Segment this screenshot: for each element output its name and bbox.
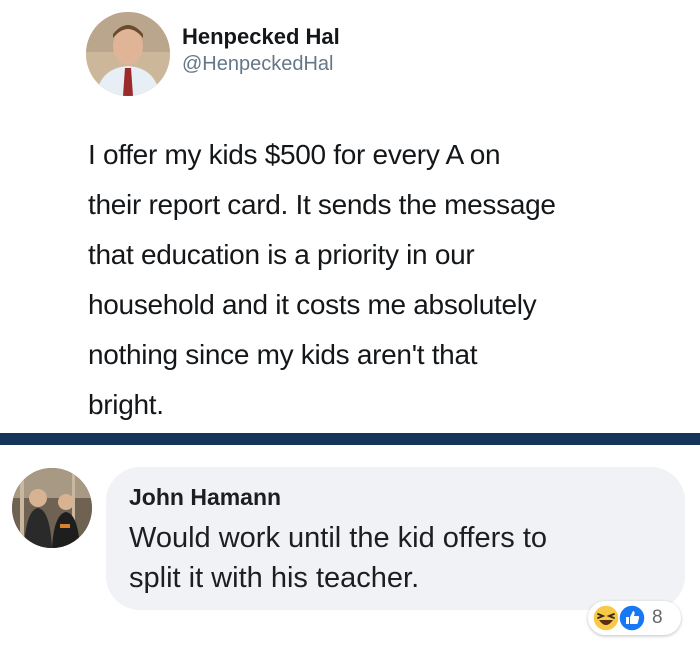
tweet-text-line: bright. (88, 389, 164, 420)
comment-text: Would work until the kid offers to split… (129, 518, 669, 598)
tweet-text-line: that education is a priority in our (88, 239, 475, 270)
tweet-card: Henpecked Hal @HenpeckedHal I offer my k… (0, 0, 700, 433)
reaction-count: 8 (652, 607, 663, 628)
author-name[interactable]: Henpecked Hal (182, 24, 340, 50)
tweet-text-line: their report card. It sends the message (88, 189, 556, 220)
reactions-summary[interactable]: 8 (588, 601, 681, 635)
commenter-name[interactable]: John Hamann (129, 484, 281, 511)
tweet-text-line: household and it costs me absolutely (88, 289, 537, 320)
section-divider (0, 433, 700, 445)
avatar[interactable] (86, 12, 170, 96)
tweet-text-line: nothing since my kids aren't that (88, 339, 478, 370)
comment-section: John Hamann Would work until the kid off… (0, 445, 700, 658)
tweet-text: I offer my kids $500 for every A on thei… (88, 130, 648, 430)
comment-text-line: split it with his teacher. (129, 562, 420, 594)
haha-reaction-icon (592, 604, 620, 632)
comment-text-line: Would work until the kid offers to (129, 522, 548, 554)
author-handle[interactable]: @HenpeckedHal (182, 53, 334, 76)
commenter-avatar[interactable] (12, 468, 92, 548)
like-reaction-icon (618, 604, 646, 632)
comment-bubble: John Hamann Would work until the kid off… (106, 467, 685, 610)
tweet-text-line: I offer my kids $500 for every A on (88, 139, 501, 170)
